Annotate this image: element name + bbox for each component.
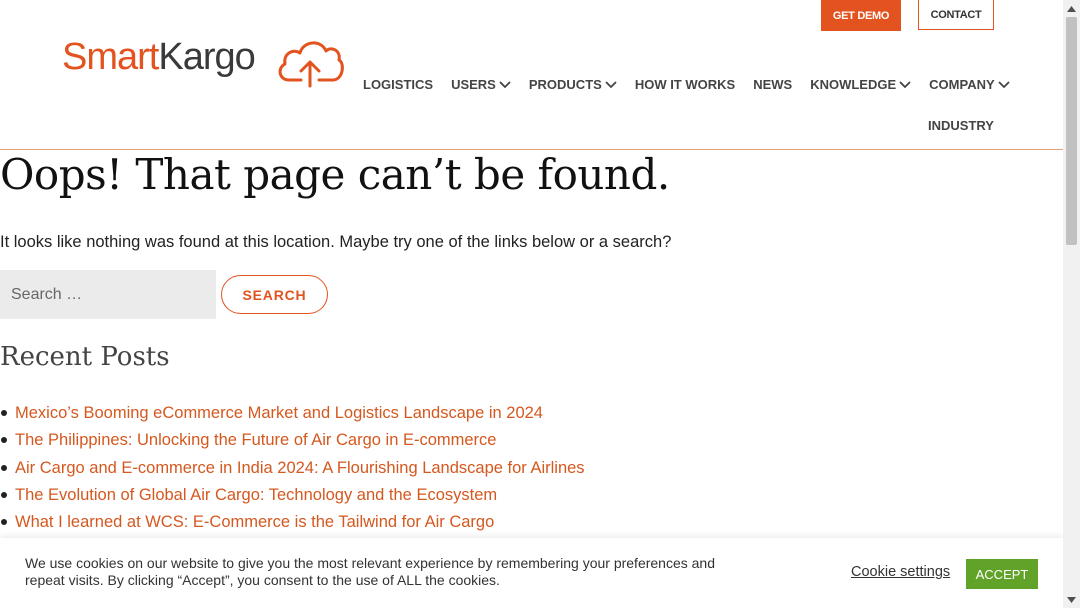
nav-item-label: KNOWLEDGE [810,77,897,92]
get-demo-button[interactable]: GET DEMO [821,0,901,31]
logo-text-smart: Smart [62,36,159,78]
nav-item-news[interactable]: NEWS [753,77,792,92]
bullet-icon [1,464,7,471]
page: GET DEMO CONTACT SmartKargo LOGISTICS USE… [0,0,1063,608]
bullet-icon [1,519,7,526]
nav-item-label: LOGISTICS [363,77,434,92]
nav-item-label: COMPANY [929,77,995,92]
chevron-down-icon [499,77,511,92]
contact-button[interactable]: CONTACT [918,0,994,30]
search-button[interactable]: SEARCH [221,275,328,314]
arrow-up-icon[interactable] [1063,0,1080,17]
bullet-icon [1,437,7,444]
nav-item-industry[interactable]: INDUSTRY [928,118,994,133]
nav-item-users[interactable]: USERS [451,77,511,92]
recent-post-link[interactable]: What I learned at WCS: E-Commerce is the… [15,513,494,531]
bullet-icon [1,410,7,416]
recent-posts-list: Mexico’s Booming eCommerce Market and Lo… [0,401,585,537]
list-item: What I learned at WCS: E-Commerce is the… [0,510,585,537]
nav-item-company[interactable]: COMPANY [929,77,1010,92]
nav-item-label: PRODUCTS [528,77,602,92]
search-input[interactable] [0,270,216,319]
main-nav: LOGISTICS USERS PRODUCTS HOW IT WORKS NEWS KN… [363,77,1028,92]
recent-post-link[interactable]: Air Cargo and E-commerce in India 2024: … [15,459,585,477]
vertical-scrollbar[interactable] [1063,0,1080,608]
cookie-message: We use cookies on our website to give yo… [25,555,715,588]
chevron-down-icon [605,77,617,92]
cookie-settings-link[interactable]: Cookie settings [851,564,950,580]
nav-item-how-it-works[interactable]: HOW IT WORKS [635,77,735,92]
arrow-down-icon[interactable] [1063,591,1080,608]
chevron-down-icon [998,77,1010,92]
cloud-upload-icon [275,36,345,93]
nav-item-label: USERS [451,77,496,92]
accept-cookies-button[interactable]: ACCEPT [966,559,1038,589]
nav-item-logistics[interactable]: LOGISTICS [363,77,433,92]
nav-item-knowledge[interactable]: KNOWLEDGE [810,77,911,92]
recent-posts-heading: Recent Posts [0,342,170,372]
not-found-message: It looks like nothing was found at this … [0,233,672,251]
recent-post-link[interactable]: The Philippines: Unlocking the Future of… [15,431,496,449]
bullet-icon [1,491,7,498]
list-item: Mexico’s Booming eCommerce Market and Lo… [0,401,585,428]
page-title: Oops! That page can’t be found. [0,150,670,199]
recent-post-link[interactable]: Mexico’s Booming eCommerce Market and Lo… [15,404,543,422]
logo-text-kargo: Kargo [158,36,255,78]
list-item: The Philippines: Unlocking the Future of… [0,428,585,455]
nav-item-products[interactable]: PRODUCTS [529,77,617,92]
scrollbar-thumb[interactable] [1066,17,1077,245]
recent-post-link[interactable]: The Evolution of Global Air Cargo: Techn… [15,486,497,504]
logo[interactable]: SmartKargo [62,36,344,88]
list-item: The Evolution of Global Air Cargo: Techn… [0,483,585,510]
nav-item-label: HOW IT WORKS [634,77,736,92]
cookie-banner: We use cookies on our website to give yo… [0,538,1063,608]
logo-text: SmartKargo [62,36,256,78]
chevron-down-icon [899,77,911,92]
list-item: Air Cargo and E-commerce in India 2024: … [0,456,585,483]
nav-item-label: NEWS [753,77,793,92]
